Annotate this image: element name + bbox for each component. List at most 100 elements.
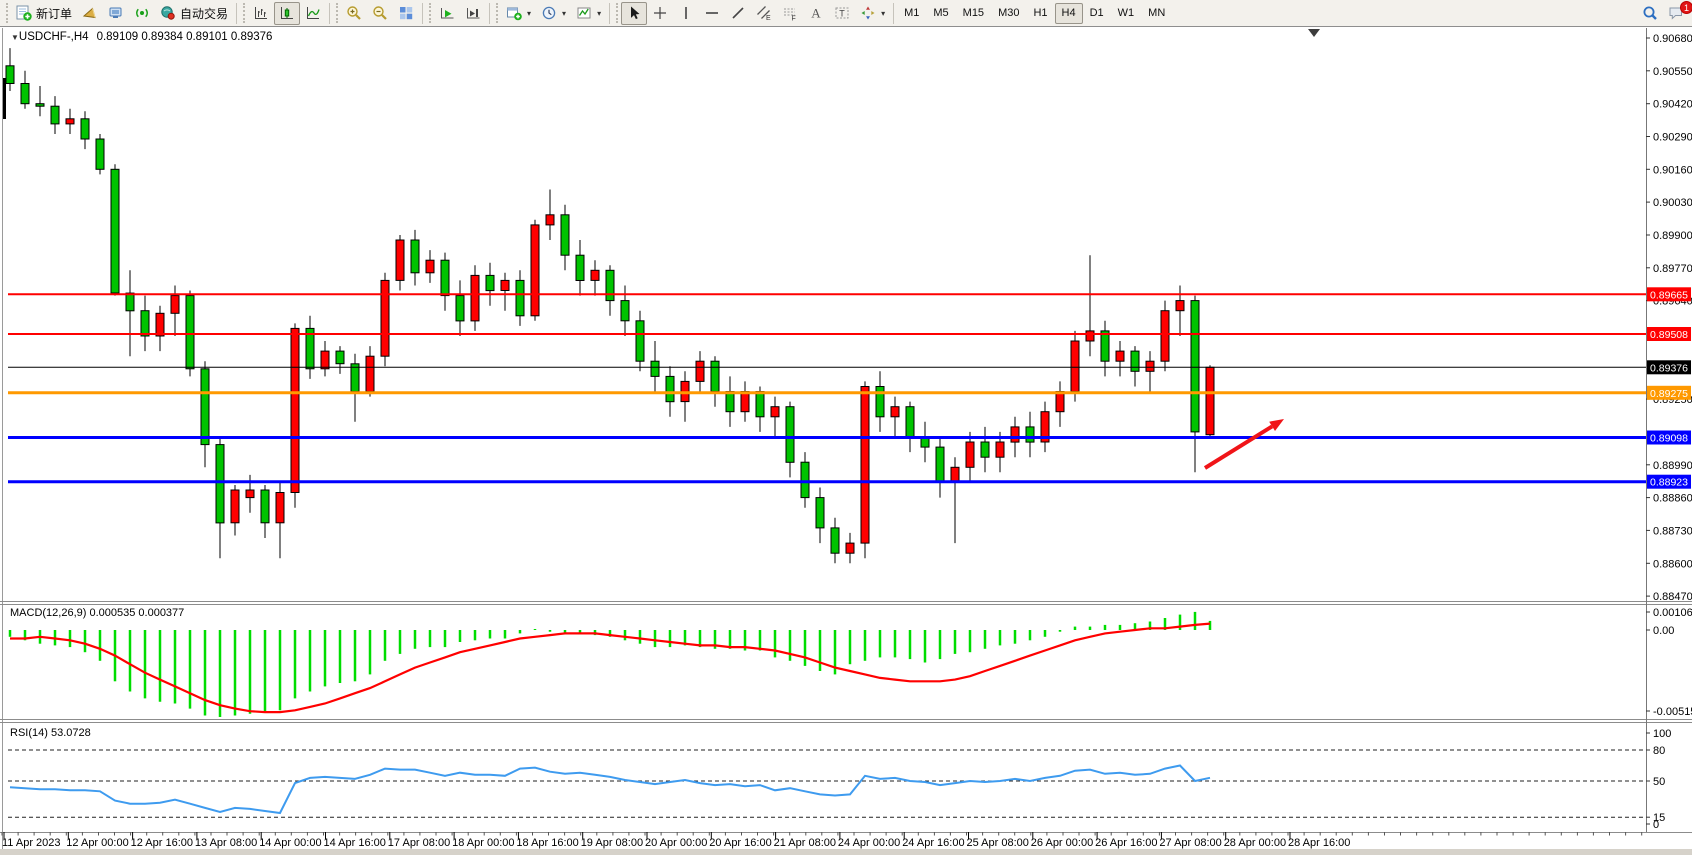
candle-up xyxy=(846,543,854,553)
toolbar-grip xyxy=(496,3,498,23)
new-order-icon xyxy=(16,5,32,21)
candle-down xyxy=(756,392,764,417)
status-strip xyxy=(0,849,1692,855)
candle-up xyxy=(1086,331,1094,341)
time-axis-label: 12 Apr 16:00 xyxy=(131,837,193,849)
alerts-button[interactable]: 1 xyxy=(1663,2,1689,25)
text-button[interactable]: A xyxy=(803,2,829,25)
candle-up xyxy=(696,361,704,381)
fibo-button[interactable]: F xyxy=(777,2,803,25)
auto-scroll-button[interactable] xyxy=(434,2,460,25)
toolbar-separator xyxy=(329,3,330,24)
toolbar-separator xyxy=(236,3,237,24)
chart-shift-marker xyxy=(1308,29,1320,37)
hline-button[interactable] xyxy=(699,2,725,25)
candle-down xyxy=(126,293,134,311)
line-chart-button[interactable] xyxy=(300,2,326,25)
price-badge-label: 0.88923 xyxy=(1650,477,1688,489)
timeframe-m5-button[interactable]: M5 xyxy=(926,3,955,24)
bar-chart-icon xyxy=(253,5,269,21)
time-axis-label: 17 Apr 08:00 xyxy=(388,837,450,849)
candle-up xyxy=(771,407,779,417)
time-axis-label: 27 Apr 08:00 xyxy=(1159,837,1221,849)
signal-icon xyxy=(134,5,150,21)
candle-up xyxy=(246,490,254,498)
cursor-button[interactable] xyxy=(621,2,647,25)
candle-down xyxy=(21,84,29,104)
crosshair-icon xyxy=(652,5,668,21)
candle-down xyxy=(1131,351,1139,371)
timeframe-mn-button[interactable]: MN xyxy=(1141,3,1172,24)
notification-badge: 1 xyxy=(1680,1,1692,14)
timeframe-w1-button-label: W1 xyxy=(1118,7,1135,19)
new-chart-icon xyxy=(506,5,522,21)
terminal-button[interactable] xyxy=(103,2,129,25)
time-axis-label: 18 Apr 00:00 xyxy=(452,837,514,849)
time-axis-label: 24 Apr 00:00 xyxy=(838,837,900,849)
price-tick-label: 0.90290 xyxy=(1653,132,1692,144)
svg-text:F: F xyxy=(792,16,796,22)
trendline-button[interactable] xyxy=(725,2,751,25)
timeframe-h4-button[interactable]: H4 xyxy=(1055,3,1083,24)
svg-text:A: A xyxy=(811,6,821,21)
toolbar-grip xyxy=(6,3,8,23)
search-button[interactable] xyxy=(1637,2,1663,25)
candle-chart-button[interactable] xyxy=(274,2,300,25)
price-tick-label: 0.90160 xyxy=(1653,164,1692,176)
signals-button[interactable] xyxy=(129,2,155,25)
periods-button[interactable]: ▾ xyxy=(536,2,571,25)
arrows-button[interactable]: ▾ xyxy=(855,2,890,25)
timeframe-w1-button[interactable]: W1 xyxy=(1111,3,1142,24)
time-axis-label: 14 Apr 16:00 xyxy=(324,837,386,849)
price-tick-label: 0.88600 xyxy=(1653,558,1692,570)
candle-up xyxy=(276,493,284,523)
chevron-down-icon[interactable]: ▾ xyxy=(881,9,885,18)
timeframe-mn-button-label: MN xyxy=(1148,7,1165,19)
channel-button[interactable]: E xyxy=(751,2,777,25)
autotrade-button[interactable]: 自动交易 xyxy=(155,2,233,25)
candle-down xyxy=(516,280,524,315)
chevron-down-icon[interactable]: ▾ xyxy=(597,9,601,18)
crosshair-button[interactable] xyxy=(647,2,673,25)
price-tick-label: 0.90030 xyxy=(1653,197,1692,209)
new-order-button-label: 新订单 xyxy=(36,5,72,22)
autotrade-button-label: 自动交易 xyxy=(180,5,228,22)
bar-chart-button[interactable] xyxy=(248,2,274,25)
chart-canvas: 0.906800.905500.904200.902900.901600.900… xyxy=(0,0,1692,855)
template-icon xyxy=(576,5,592,21)
candle-up xyxy=(396,240,404,280)
tile-windows-button[interactable] xyxy=(393,2,419,25)
timeframe-m1-button[interactable]: M1 xyxy=(897,3,926,24)
new-order-button[interactable]: 新订单 xyxy=(11,2,77,25)
candle-down xyxy=(936,447,944,482)
time-axis-label: 12 Apr 00:00 xyxy=(66,837,128,849)
templates-button[interactable]: ▾ xyxy=(571,2,606,25)
trend-arrow[interactable] xyxy=(1205,426,1272,468)
zoom-out-button[interactable] xyxy=(367,2,393,25)
vline-button[interactable] xyxy=(673,2,699,25)
timeframe-h1-button[interactable]: H1 xyxy=(1026,3,1054,24)
chevron-down-icon[interactable]: ▾ xyxy=(527,9,531,18)
publish-button[interactable] xyxy=(77,2,103,25)
timeframe-m30-button[interactable]: M30 xyxy=(991,3,1026,24)
trend-arrow-head[interactable] xyxy=(1269,419,1284,431)
candle-down xyxy=(111,169,119,293)
timeframe-d1-button[interactable]: D1 xyxy=(1083,3,1111,24)
price-tick-label: 0.90550 xyxy=(1653,66,1692,78)
candle-up xyxy=(171,296,179,314)
timeframe-m15-button[interactable]: M15 xyxy=(956,3,991,24)
chart-shift-button[interactable] xyxy=(460,2,486,25)
macd-axis-label: -0.005154 xyxy=(1653,706,1692,718)
candle-down xyxy=(1191,301,1199,432)
zoom-in-button[interactable] xyxy=(341,2,367,25)
time-axis-label: 13 Apr 08:00 xyxy=(195,837,257,849)
chevron-down-icon[interactable]: ▾ xyxy=(562,9,566,18)
time-axis-label: 14 Apr 00:00 xyxy=(259,837,321,849)
candle-down xyxy=(651,361,659,376)
label-button[interactable]: T xyxy=(829,2,855,25)
timeframe-m30-button-label: M30 xyxy=(998,7,1019,19)
new-chart-button[interactable]: ▾ xyxy=(501,2,536,25)
macd-axis-label: 0.00 xyxy=(1653,625,1674,637)
candle-up xyxy=(996,442,1004,457)
candle-down xyxy=(456,296,464,321)
